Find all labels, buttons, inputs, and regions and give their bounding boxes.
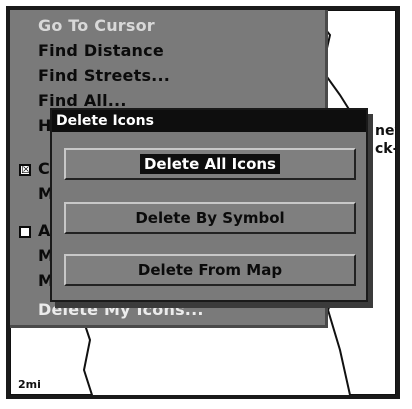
delete-from-map-button[interactable]: Delete From Map [64, 254, 356, 286]
menu-item-delete-my-icons[interactable]: Delete My Icons... [38, 300, 204, 322]
checkbox-checked-icon[interactable]: ☒ [19, 164, 31, 176]
dialog-title: Delete Icons [52, 110, 366, 132]
delete-icons-dialog: Delete Icons Delete All Icons Delete By … [50, 108, 368, 302]
menu-item-find-streets[interactable]: Find Streets... [38, 66, 170, 88]
menu-item-find-distance[interactable]: Find Distance [38, 41, 164, 63]
menu-item-a[interactable]: A [38, 221, 51, 243]
delete-all-icons-label: Delete All Icons [139, 154, 280, 174]
map-label-line-2: ck- [375, 141, 396, 157]
checkbox-unchecked-icon[interactable] [19, 226, 31, 238]
map-label-line-1: ney [375, 123, 396, 139]
map-scale: 2mi [18, 378, 41, 391]
delete-by-symbol-label: Delete By Symbol [135, 209, 285, 227]
delete-by-symbol-button[interactable]: Delete By Symbol [64, 202, 356, 234]
map-place-label: ney ck- [375, 122, 396, 158]
delete-from-map-label: Delete From Map [137, 261, 283, 279]
menu-item-go-to-cursor[interactable]: Go To Cursor [38, 16, 155, 38]
menu-item-c[interactable]: C [38, 159, 50, 181]
delete-all-icons-button[interactable]: Delete All Icons [64, 148, 356, 180]
